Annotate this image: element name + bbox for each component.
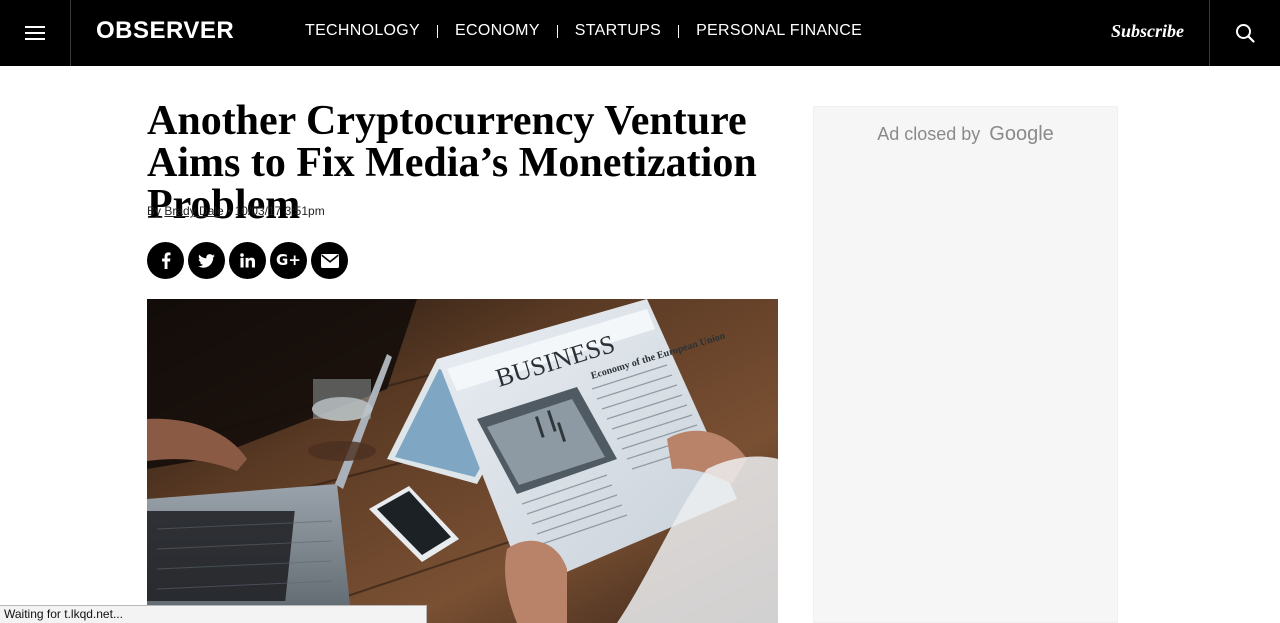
browser-status-bar: Waiting for t.lkqd.net... — [0, 605, 427, 623]
author-link[interactable]: Brady Dale — [164, 204, 223, 218]
publish-date: 10/03/17 3:51pm — [234, 204, 325, 218]
share-buttons: G+ — [147, 242, 352, 279]
nav-separator — [437, 24, 439, 38]
ad-closed-label: Ad closed by — [877, 124, 981, 144]
byline-prefix: By — [147, 204, 162, 218]
site-logo[interactable]: OBSERVER — [96, 16, 234, 46]
twitter-share-button[interactable] — [188, 242, 225, 279]
nav-item-technology[interactable]: TECHNOLOGY — [305, 19, 420, 43]
linkedin-share-button[interactable] — [229, 242, 266, 279]
search-button[interactable] — [1209, 0, 1280, 66]
site-header: OBSERVER TECHNOLOGY ECONOMY STARTUPS PER… — [0, 0, 1280, 66]
nav-separator — [556, 24, 558, 38]
menu-button[interactable] — [0, 0, 71, 66]
nav-item-startups[interactable]: STARTUPS — [575, 19, 661, 43]
google-logo: Google — [989, 123, 1054, 145]
email-icon — [320, 253, 339, 268]
facebook-share-button[interactable] — [147, 242, 184, 279]
subscribe-link[interactable]: Subscribe — [1111, 18, 1184, 44]
twitter-icon — [198, 253, 215, 268]
ad-closed-message: Ad closed by Google — [814, 123, 1117, 146]
facebook-icon — [161, 252, 170, 269]
google-plus-share-button[interactable]: G+ — [270, 242, 307, 279]
byline-separator: • — [227, 204, 232, 218]
search-icon — [1236, 24, 1255, 43]
main-nav: TECHNOLOGY ECONOMY STARTUPS PERSONAL FIN… — [305, 19, 862, 43]
nav-item-economy[interactable]: ECONOMY — [455, 19, 540, 43]
hero-image: BUSINESS Economy of the European Union — [147, 299, 778, 623]
nav-separator — [678, 24, 680, 38]
hamburger-icon — [25, 22, 45, 44]
google-plus-icon: G+ — [276, 251, 301, 269]
email-share-button[interactable] — [311, 242, 348, 279]
linkedin-icon — [240, 253, 255, 268]
ad-slot: Ad closed by Google — [813, 106, 1118, 623]
byline: By Brady Dale • 10/03/17 3:51pm — [147, 203, 325, 219]
nav-item-personal-finance[interactable]: PERSONAL FINANCE — [696, 19, 862, 43]
